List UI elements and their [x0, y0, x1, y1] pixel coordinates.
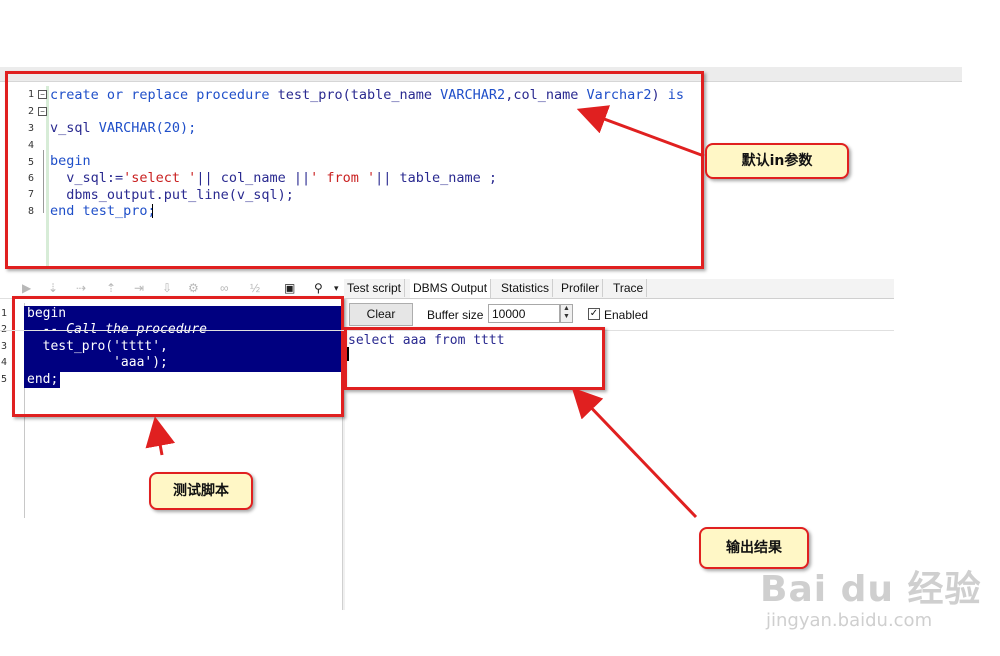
baidu-jingyan-logo: Bai du 经验: [760, 569, 982, 610]
watermark-url: jingyan.baidu.com: [766, 610, 933, 631]
arrow-to-test-script: [145, 416, 176, 456]
callout-test-script: 测试脚本: [149, 472, 253, 510]
callout-default-in: 默认in参数: [705, 143, 849, 179]
arrow-to-output: [571, 387, 698, 519]
arrow-to-parameters: [576, 105, 705, 158]
annotation-arrows: [145, 105, 705, 519]
